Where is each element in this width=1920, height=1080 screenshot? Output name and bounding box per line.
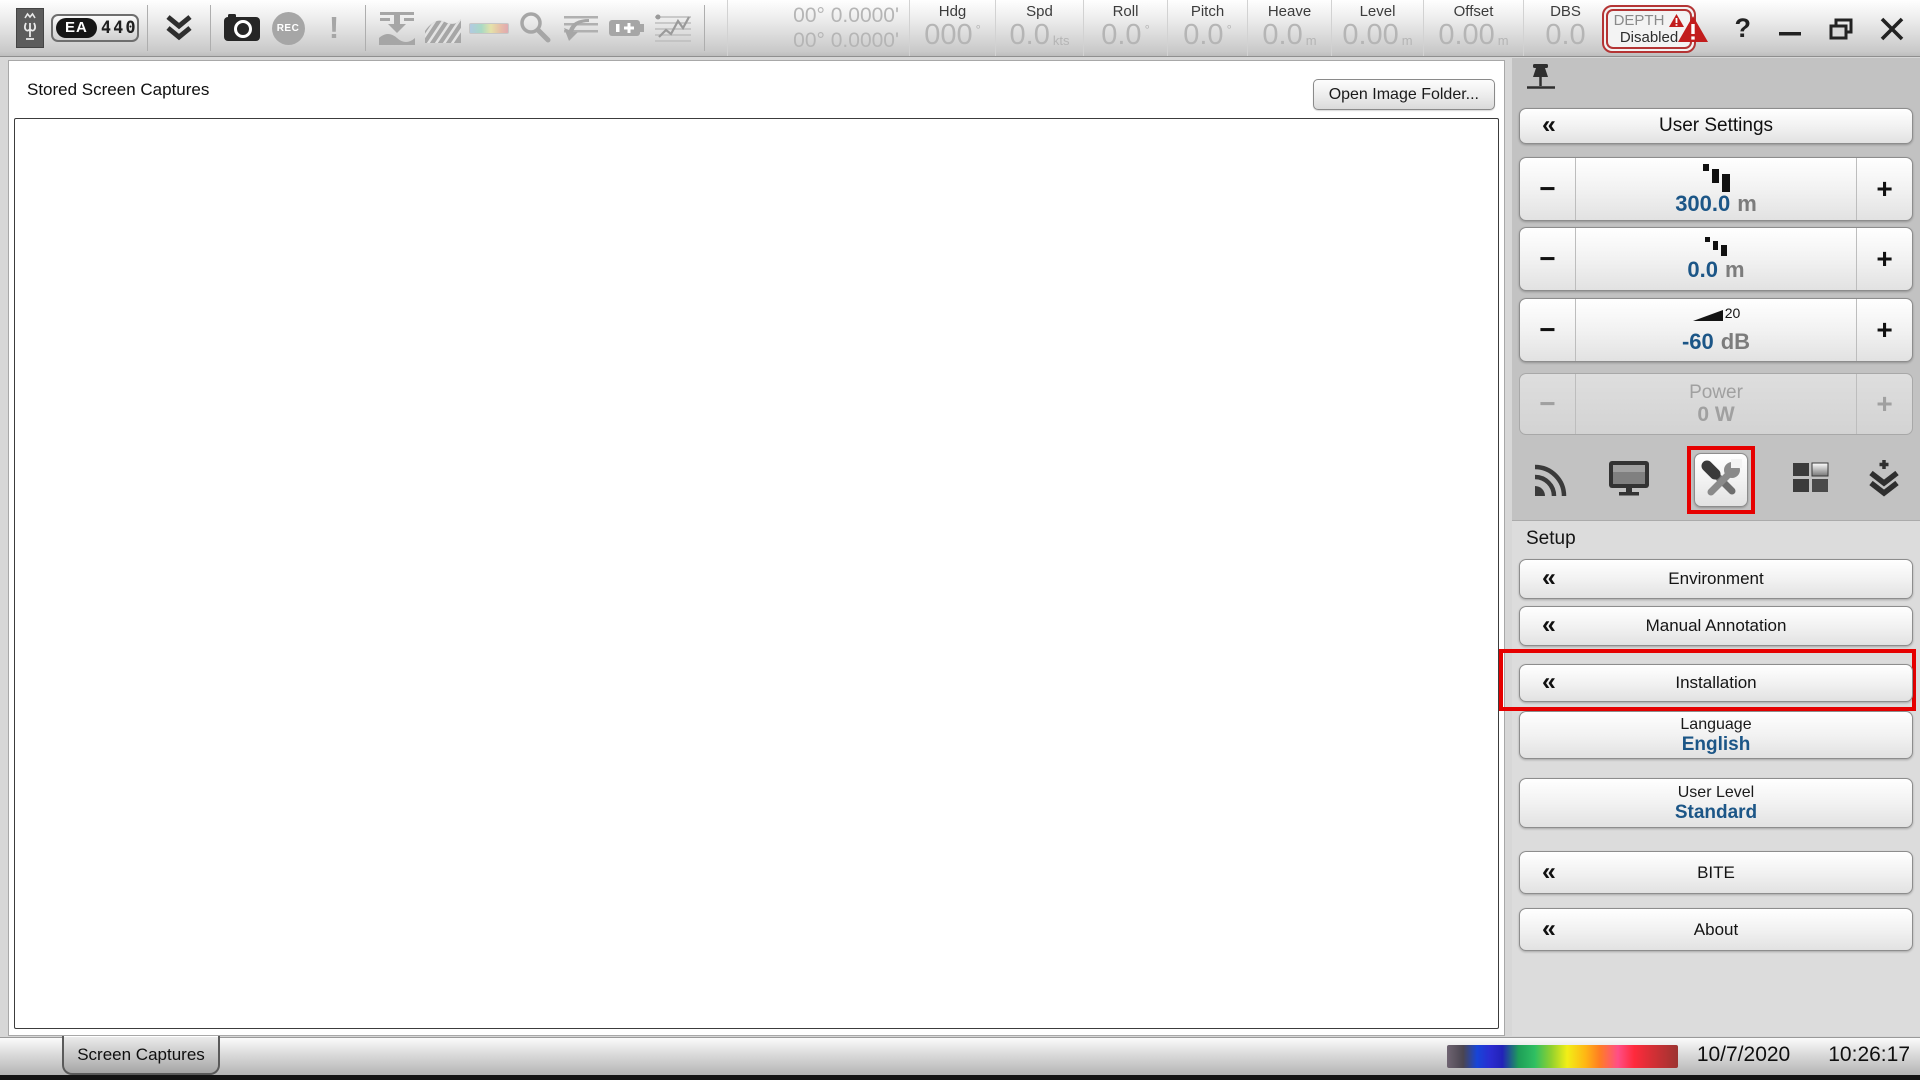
sensor-hdg: Hdg 000° — [909, 0, 995, 56]
collapse-chevron-icon: « — [1542, 110, 1556, 139]
bottom-edge-strip — [0, 1075, 1920, 1080]
datetime-display: 10/7/2020 10:26:17 — [1697, 1043, 1910, 1067]
panel-title: Stored Screen Captures — [27, 80, 209, 100]
stored-captures-area[interactable] — [14, 118, 1499, 1029]
top-toolbar: EA 440 REC ! — [0, 0, 1920, 57]
screen-capture-camera-icon[interactable] — [221, 4, 263, 52]
window-controls: ? — [1678, 0, 1905, 57]
setup-section: Setup « Environment « Manual Annotation … — [1512, 520, 1920, 1036]
color-scale-icon — [468, 4, 510, 52]
rec-label: REC — [277, 23, 300, 34]
ea440-brand-badge: EA 440 — [51, 14, 139, 42]
start-range-increase-button[interactable]: + — [1856, 228, 1912, 290]
manual-annotation-button[interactable]: « Manual Annotation — [1519, 606, 1913, 646]
range-value-display[interactable]: 300.0m — [1576, 158, 1856, 220]
language-button[interactable]: Language English — [1519, 711, 1913, 759]
sensor-pitch: Pitch 0.0° — [1167, 0, 1247, 56]
range-increase-button[interactable]: + — [1856, 158, 1912, 220]
start-range-spinner: − 0.0m + — [1519, 227, 1913, 291]
collapse-chevron-icon: « — [1542, 610, 1556, 639]
zoom-icon — [514, 4, 556, 52]
right-sidebar: « User Settings − 300.0m + − 0.0m + − 2 — [1512, 58, 1920, 1036]
sensor-readouts: 00° 0.0000' 00° 0.0000' Hdg 000° Spd 0.0… — [727, 0, 1607, 56]
time-label: 10:26:17 — [1828, 1043, 1910, 1067]
echogram-color-scale[interactable] — [1447, 1045, 1678, 1068]
toolbar-separator — [704, 5, 705, 51]
gain-increase-button[interactable]: + — [1856, 299, 1912, 361]
collapse-chevron-icon: « — [1542, 914, 1556, 943]
installation-button[interactable]: « Installation — [1519, 664, 1913, 702]
date-label: 10/7/2020 — [1697, 1043, 1790, 1067]
setup-section-title: Setup — [1526, 528, 1576, 550]
range-decrease-button[interactable]: − — [1520, 158, 1576, 220]
position-line1: 00° 0.0000' — [793, 3, 899, 28]
toolbar-separator — [210, 5, 211, 51]
toolbar-separator — [365, 5, 366, 51]
user-settings-title: User Settings — [1659, 115, 1773, 137]
seabed-hardness-icon — [422, 4, 464, 52]
history-graph-icon — [652, 4, 694, 52]
about-button[interactable]: « About — [1519, 908, 1913, 951]
brand-model-label: 440 — [101, 18, 138, 38]
environment-button[interactable]: « Environment — [1519, 559, 1913, 599]
sensor-roll: Roll 0.0° — [1083, 0, 1167, 56]
collapse-toolbar-icon[interactable] — [158, 4, 200, 52]
alarm-icon: ! — [313, 4, 355, 52]
range-icon — [1703, 162, 1730, 192]
start-range-value-display[interactable]: 0.0m — [1576, 228, 1856, 290]
sidebar-tab-icons — [1512, 445, 1920, 515]
toolbar-separator — [147, 5, 148, 51]
add-view-tab-icon[interactable] — [1866, 459, 1902, 502]
kongsberg-logo — [16, 8, 44, 48]
position-line2: 00° 0.0000' — [793, 28, 899, 53]
sensor-offset: Offset 0.00m — [1423, 0, 1523, 56]
position-readout: 00° 0.0000' 00° 0.0000' — [727, 0, 909, 56]
power-decrease-button: − — [1520, 374, 1576, 434]
setup-tools-tab-icon[interactable] — [1694, 453, 1748, 507]
close-button[interactable] — [1880, 17, 1904, 41]
undo-annotation-icon — [560, 4, 602, 52]
gain-wedge-icon: 20 — [1692, 306, 1741, 330]
start-range-decrease-button[interactable]: − — [1520, 228, 1576, 290]
power-spinner: − Power 0 W + — [1519, 373, 1913, 435]
depth-badge-status: Disabled — [1620, 30, 1678, 45]
range-spinner: − 300.0m + — [1519, 157, 1913, 221]
sensor-level: Level 0.00m — [1331, 0, 1423, 56]
bite-button[interactable]: « BITE — [1519, 851, 1913, 894]
brand-ea-label: EA — [56, 18, 97, 38]
sonar-operation-tab-icon[interactable] — [1530, 459, 1572, 502]
sensor-heave: Heave 0.0m — [1247, 0, 1331, 56]
gain-value-display[interactable]: 20 -60dB — [1576, 299, 1856, 361]
start-range-icon — [1705, 236, 1727, 258]
help-button[interactable]: ? — [1735, 13, 1752, 44]
user-level-button[interactable]: User Level Standard — [1519, 778, 1913, 828]
display-settings-tab-icon[interactable] — [1607, 459, 1651, 502]
collapse-chevron-icon: « — [1542, 857, 1556, 886]
bottom-detection-icon — [376, 4, 418, 52]
sensor-dbs: DBS 0.0 — [1523, 0, 1607, 56]
power-value-display: Power 0 W — [1576, 374, 1856, 434]
minimize-button[interactable] — [1778, 19, 1802, 39]
collapse-chevron-icon: « — [1542, 563, 1556, 592]
setup-tab-highlight — [1687, 446, 1755, 514]
pin-panel-icon[interactable] — [1524, 62, 1558, 99]
power-increase-button: + — [1856, 374, 1912, 434]
record-icon: REC — [267, 4, 309, 52]
gain-decrease-button[interactable]: − — [1520, 299, 1576, 361]
alarm-warning-icon[interactable] — [1678, 16, 1708, 42]
add-marker-icon — [606, 4, 648, 52]
depth-badge-title: DEPTH — [1614, 13, 1665, 28]
restore-button[interactable] — [1829, 18, 1853, 40]
gain-spinner: − 20 -60dB + — [1519, 298, 1913, 362]
screen-captures-panel: Stored Screen Captures Open Image Folder… — [8, 60, 1505, 1036]
sensor-spd: Spd 0.0kts — [995, 0, 1083, 56]
user-settings-header[interactable]: « User Settings — [1519, 108, 1913, 144]
screen-captures-tab[interactable]: Screen Captures — [62, 1036, 220, 1075]
collapse-chevron-icon: « — [1542, 667, 1556, 696]
window-layout-tab-icon[interactable] — [1791, 460, 1831, 501]
open-image-folder-button[interactable]: Open Image Folder... — [1313, 79, 1495, 110]
